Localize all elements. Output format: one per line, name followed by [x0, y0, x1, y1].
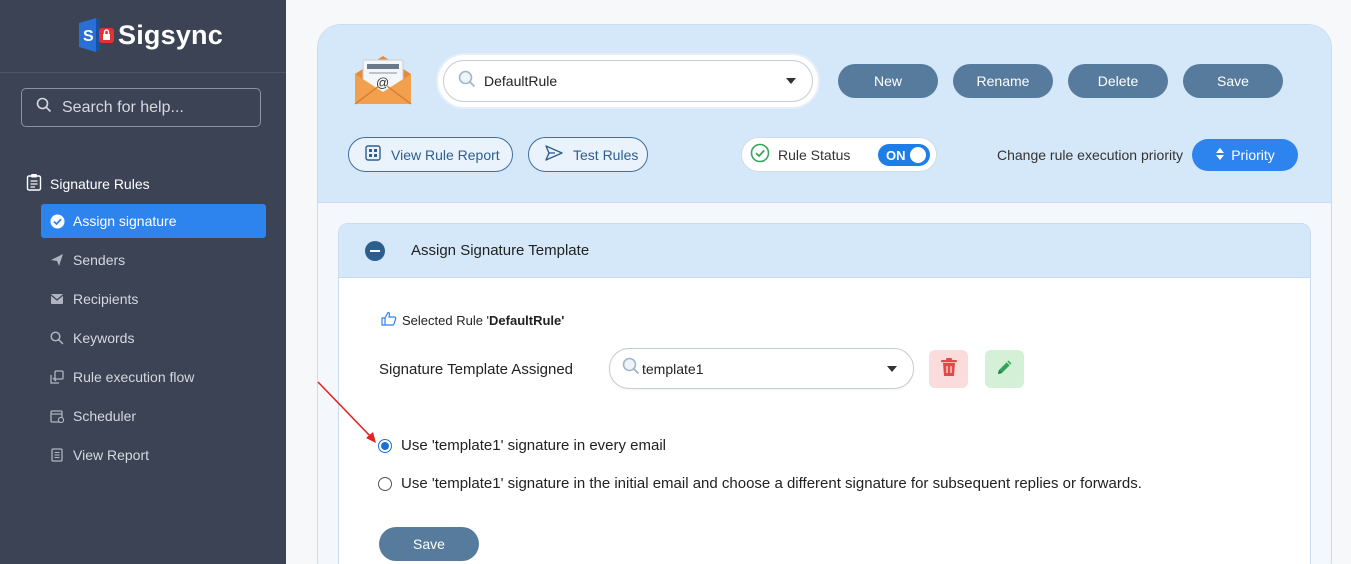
sidebar-item-recipients[interactable]: Recipients [41, 282, 266, 316]
sidebar-section-signature-rules[interactable]: Signature Rules [26, 173, 150, 194]
clipboard-icon [26, 173, 42, 194]
panel-title: Assign Signature Template [411, 242, 590, 259]
view-rule-report-label: View Rule Report [391, 146, 500, 163]
assign-template-panel: Assign Signature Template [338, 223, 1311, 564]
svg-text:S: S [83, 28, 94, 45]
radio-label: Use 'template1' signature in every email [401, 437, 667, 454]
grid-icon [365, 145, 381, 164]
check-circle-icon [49, 213, 65, 229]
radio-every-email[interactable]: Use 'template1' signature in every email [378, 437, 666, 454]
logo-text: Sigsync [118, 19, 223, 50]
sigsync-logo-icon: S [76, 17, 114, 53]
svg-text:@: @ [376, 75, 389, 90]
search-icon [622, 357, 640, 380]
new-button[interactable]: New [838, 64, 938, 98]
search-icon [49, 330, 65, 346]
search-icon [458, 70, 476, 93]
save-button[interactable]: Save [1183, 64, 1283, 98]
sidebar-item-keywords[interactable]: Keywords [41, 321, 266, 355]
send-icon [545, 145, 563, 164]
sidebar-item-rule-execution-flow[interactable]: Rule execution flow [41, 360, 266, 394]
view-rule-report-button[interactable]: View Rule Report [348, 137, 513, 172]
test-rules-label: Test Rules [573, 146, 639, 163]
logo[interactable]: S Sigsync [76, 16, 223, 54]
mail-icon [49, 291, 65, 307]
rule-select-value: DefaultRule [484, 73, 558, 89]
sort-icon [1215, 147, 1225, 164]
section-label: Signature Rules [50, 175, 150, 192]
signature-template-label: Signature Template Assigned [379, 361, 574, 378]
sidebar-item-senders[interactable]: Senders [41, 243, 266, 277]
send-icon [49, 252, 65, 268]
sidebar-item-label: Scheduler [73, 408, 137, 424]
sidebar-item-label: Rule execution flow [73, 369, 195, 385]
search-placeholder: Search for help... [62, 98, 184, 116]
rule-status-control: Rule Status ON [741, 137, 937, 172]
annotation-arrow [317, 381, 376, 443]
rule-status-toggle[interactable]: ON [878, 144, 930, 166]
selected-rule-suffix: ' [561, 312, 565, 328]
toggle-text: ON [886, 147, 906, 163]
sidebar-item-label: Assign signature [73, 213, 177, 229]
rename-button[interactable]: Rename [953, 64, 1053, 98]
selected-rule-text: Selected Rule 'DefaultRule' [402, 313, 564, 328]
chevron-down-icon[interactable] [887, 366, 897, 372]
sidebar-item-label: Senders [73, 252, 126, 268]
help-search-input[interactable]: Search for help... [21, 88, 261, 127]
delete-template-button[interactable] [929, 350, 968, 388]
sidebar-item-scheduler[interactable]: Scheduler [41, 399, 266, 433]
rule-select-dropdown[interactable]: DefaultRule [443, 60, 813, 102]
sidebar-item-view-report[interactable]: View Report [41, 438, 266, 472]
sidebar-item-label: Recipients [73, 291, 139, 307]
calendar-icon [49, 408, 65, 424]
selected-rule-prefix: Selected Rule ' [402, 312, 490, 328]
report-icon [49, 447, 65, 463]
priority-button-label: Priority [1231, 147, 1275, 163]
selected-rule-info: Selected Rule 'DefaultRule' [381, 311, 564, 329]
template-select-value: template1 [642, 360, 704, 377]
sidebar-item-label: View Report [73, 447, 150, 463]
panel-header[interactable]: Assign Signature Template [339, 224, 1310, 278]
sidebar-item-assign-signature[interactable]: Assign signature [41, 204, 266, 238]
flow-icon [49, 369, 65, 385]
pencil-icon [996, 358, 1014, 381]
radio-initial-email[interactable]: Use 'template1' signature in the initial… [378, 475, 1142, 492]
thumbs-up-icon [381, 311, 397, 329]
template-select-dropdown[interactable]: template1 [609, 348, 914, 389]
toggle-knob [910, 147, 926, 163]
radio-label: Use 'template1' signature in the initial… [401, 475, 1142, 492]
search-icon [36, 97, 52, 118]
radio-button[interactable] [378, 476, 392, 491]
save-template-button[interactable]: Save [379, 527, 479, 561]
priority-description: Change rule execution priority [997, 147, 1183, 163]
trash-icon [940, 357, 958, 382]
delete-button[interactable]: Delete [1068, 64, 1168, 98]
test-rules-button[interactable]: Test Rules [528, 137, 648, 172]
chevron-down-icon[interactable] [786, 78, 796, 84]
priority-button[interactable]: Priority [1192, 139, 1298, 171]
sidebar-divider [0, 72, 286, 73]
email-envelope-icon: @ [353, 54, 413, 106]
rule-status-label: Rule Status [778, 146, 851, 163]
sidebar: S Sigsync Search for help... Signature R… [0, 0, 286, 564]
selected-rule-name: DefaultRule [489, 312, 562, 328]
edit-template-button[interactable] [985, 350, 1024, 388]
collapse-icon[interactable] [365, 240, 385, 261]
sidebar-item-label: Keywords [73, 330, 135, 346]
check-circle-icon [750, 143, 770, 166]
toolbar-band [318, 25, 1331, 203]
